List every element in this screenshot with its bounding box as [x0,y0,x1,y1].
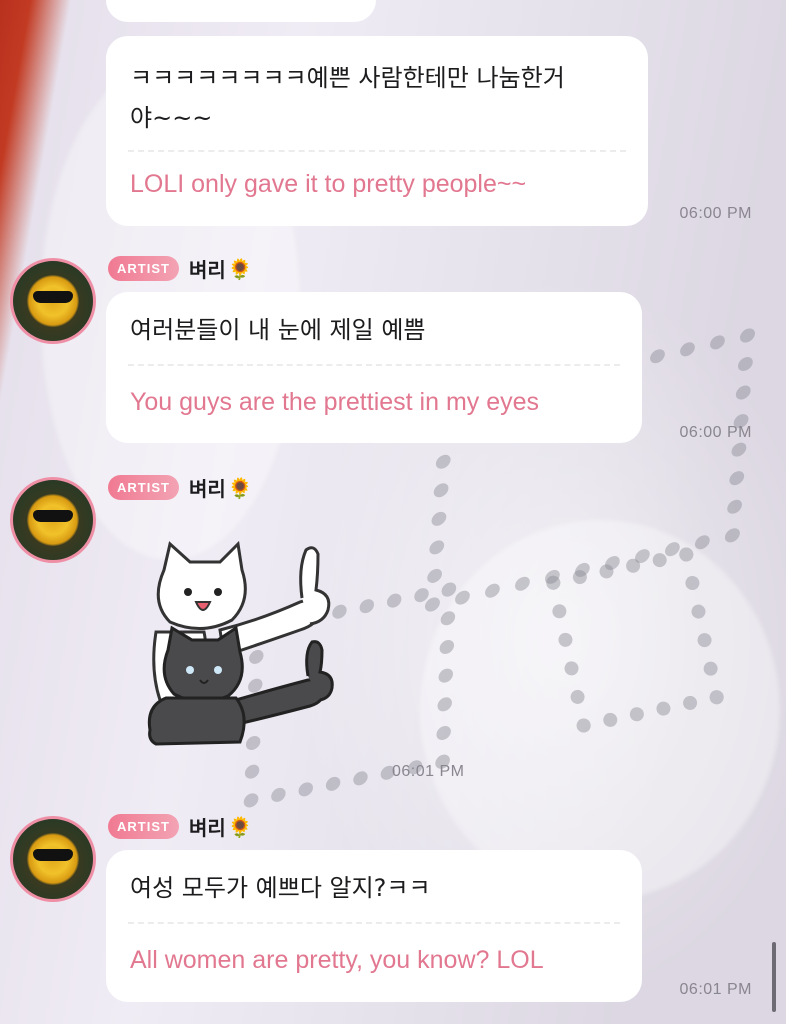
artist-avatar[interactable] [10,816,96,902]
message-timestamp: 06:00 PM [679,205,752,222]
message-bubble[interactable]: 여러분들이 내 눈에 제일 예쁨 You guys are the pretti… [106,292,642,443]
previous-message-bubble[interactable] [106,0,376,22]
message-original-text: 여러분들이 내 눈에 제일 예쁨 [130,316,426,344]
sender-row: ARTIST 벼리 🌻 [108,473,253,502]
message-timestamp: 06:01 PM [679,981,752,998]
sunglasses-image [33,849,73,861]
artist-badge: ARTIST [108,256,179,281]
artist-avatar[interactable] [10,258,96,344]
message-original-text: 여성 모두가 예쁘다 알지?ㅋㅋ [130,874,431,902]
sender-name[interactable]: 벼리 [189,254,226,283]
sunflower-icon: 🌻 [227,475,253,500]
message-timestamp: 06:01 PM [392,763,465,780]
sunglasses-image [33,291,73,303]
sunflower-icon: 🌻 [227,814,253,839]
message-timestamp: 06:00 PM [679,424,752,441]
message-original-text: ㅋㅋㅋㅋㅋㅋㅋㅋ예쁜 사람한테만 나눔한거 야~~~ [130,36,624,138]
sender-row: ARTIST 벼리 🌻 [108,254,253,283]
artist-badge: ARTIST [108,814,179,839]
message-original-line: ㅋㅋㅋㅋㅋㅋㅋㅋ예쁜 사람한테만 나눔한거 [130,64,565,92]
message-translation-text: All women are pretty, you know? LOL [130,946,544,974]
message-bubble[interactable]: 여성 모두가 예쁘다 알지?ㅋㅋ All women are pretty, y… [106,850,642,1002]
sender-row: ARTIST 벼리 🌻 [108,812,253,841]
sender-name[interactable]: 벼리 [189,473,226,502]
message-translation-text: You guys are the prettiest in my eyes [130,388,540,416]
sender-name[interactable]: 벼리 [189,812,226,841]
artist-badge: ARTIST [108,475,179,500]
sunflower-icon: 🌻 [227,256,253,281]
artist-avatar[interactable] [10,477,96,563]
sunglasses-image [33,510,73,522]
two-cats-thumbs-up-sticker[interactable] [140,540,340,750]
scrollbar[interactable] [772,942,776,1012]
message-translation-text: LOLI only gave it to pretty people~~ [130,170,527,198]
message-original-line: 야~~~ [130,104,213,132]
message-bubble[interactable]: ㅋㅋㅋㅋㅋㅋㅋㅋ예쁜 사람한테만 나눔한거 야~~~ LOLI only gav… [106,36,648,226]
